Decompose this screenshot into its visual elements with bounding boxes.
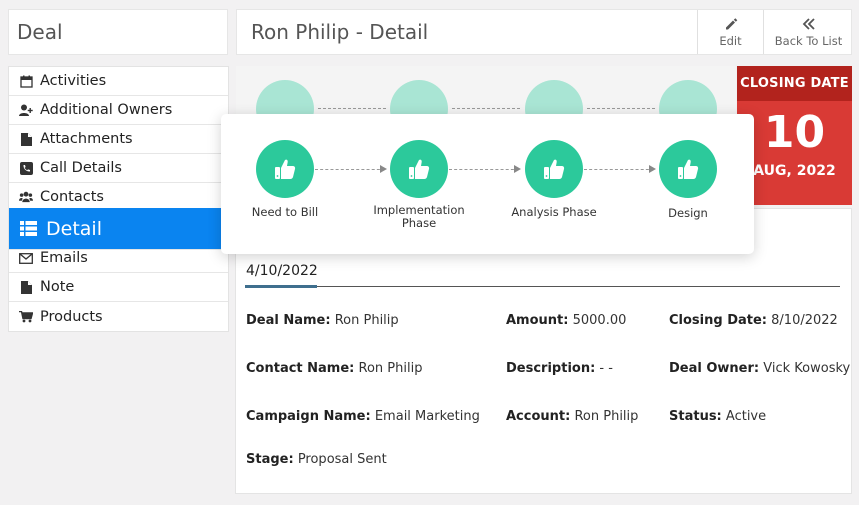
cart-icon	[19, 310, 33, 324]
stage-implementation-phase[interactable]: Implementation Phase	[359, 140, 479, 230]
sidebar-item-call-details[interactable]: Call Details	[9, 154, 228, 183]
divider-accent	[245, 285, 317, 288]
edit-button[interactable]: Edit	[697, 10, 763, 54]
thumbs-up-icon	[256, 140, 314, 198]
stage-arrow	[452, 108, 520, 109]
sidebar-item-label: Additional Owners	[40, 102, 173, 118]
sidebar-item-label: Detail	[46, 217, 102, 240]
thumbs-up-icon	[659, 140, 717, 198]
closing-date-box: CLOSING DATE 10 AUG, 2022	[737, 66, 852, 205]
module-title-box: Deal	[8, 9, 228, 55]
phone-icon	[19, 161, 33, 175]
stage-popup: Need to Bill Implementation Phase Analys…	[221, 114, 754, 254]
sidebar-item-label: Attachments	[40, 131, 133, 147]
module-title: Deal	[17, 20, 63, 44]
field-deal-owner: Deal Owner: Vick Kowosky	[669, 361, 851, 376]
field-stage: Stage: Proposal Sent	[246, 452, 387, 467]
stage-arrow	[587, 108, 655, 109]
pencil-icon	[725, 17, 737, 29]
back-to-list-label: Back To List	[774, 33, 843, 48]
page-title: Ron Philip - Detail	[251, 20, 429, 44]
field-amount: Amount: 5000.00	[506, 313, 627, 328]
stage-label: Design	[668, 206, 708, 220]
calendar-icon	[19, 74, 33, 88]
closing-date-month: AUG, 2022	[753, 163, 836, 179]
stage-label: Analysis Phase	[511, 205, 597, 219]
field-campaign-name: Campaign Name: Email Marketing	[246, 409, 480, 424]
file-icon	[19, 132, 33, 146]
field-contact-name: Contact Name: Ron Philip	[246, 361, 423, 376]
sidebar-item-detail[interactable]: Detail	[9, 208, 222, 250]
sidebar-item-label: Products	[40, 308, 103, 325]
closing-date-label: CLOSING DATE	[737, 66, 852, 101]
field-closing-date: Closing Date: 8/10/2022	[669, 313, 838, 328]
sidebar-item-label: Call Details	[40, 160, 122, 176]
stage-design[interactable]: Design	[628, 140, 748, 220]
stage-label: Implementation Phase	[373, 203, 465, 230]
closing-date-day: 10	[763, 107, 826, 158]
sidebar-item-additional-owners[interactable]: Additional Owners	[9, 96, 228, 125]
field-account: Account: Ron Philip	[506, 409, 639, 424]
thumbs-up-icon	[525, 140, 583, 198]
sidebar-item-note[interactable]: Note	[9, 273, 228, 302]
stage-need-to-bill[interactable]: Need to Bill	[225, 140, 345, 219]
list-icon	[19, 220, 37, 238]
file-icon	[19, 280, 33, 294]
envelope-icon	[19, 251, 33, 265]
thumbs-up-icon	[390, 140, 448, 198]
field-description: Description: - -	[506, 361, 613, 376]
divider	[245, 286, 840, 287]
double-chevron-left-icon	[802, 17, 815, 30]
sidebar-item-label: Activities	[40, 73, 107, 89]
detail-date: 4/10/2022	[246, 263, 318, 279]
sidebar-item-products[interactable]: Products	[9, 302, 228, 331]
sidebar-item-label: Emails	[40, 250, 88, 266]
field-deal-name: Deal Name: Ron Philip	[246, 313, 399, 328]
sidebar-item-label: Contacts	[40, 189, 104, 205]
back-to-list-button[interactable]: Back To List	[763, 10, 853, 54]
field-status: Status: Active	[669, 409, 767, 424]
sidebar-item-label: Note	[40, 279, 75, 295]
stage-analysis-phase[interactable]: Analysis Phase	[494, 140, 614, 219]
page-header: Ron Philip - Detail Edit Back To List	[236, 9, 852, 55]
edit-label: Edit	[719, 33, 742, 48]
users-icon	[19, 190, 33, 204]
stage-arrow	[318, 108, 386, 109]
stage-label: Need to Bill	[251, 205, 319, 219]
sidebar-item-activities[interactable]: Activities	[9, 67, 228, 96]
user-plus-icon	[19, 103, 33, 117]
sidebar: Activities Additional Owners Attachments…	[8, 66, 229, 332]
sidebar-item-attachments[interactable]: Attachments	[9, 125, 228, 154]
